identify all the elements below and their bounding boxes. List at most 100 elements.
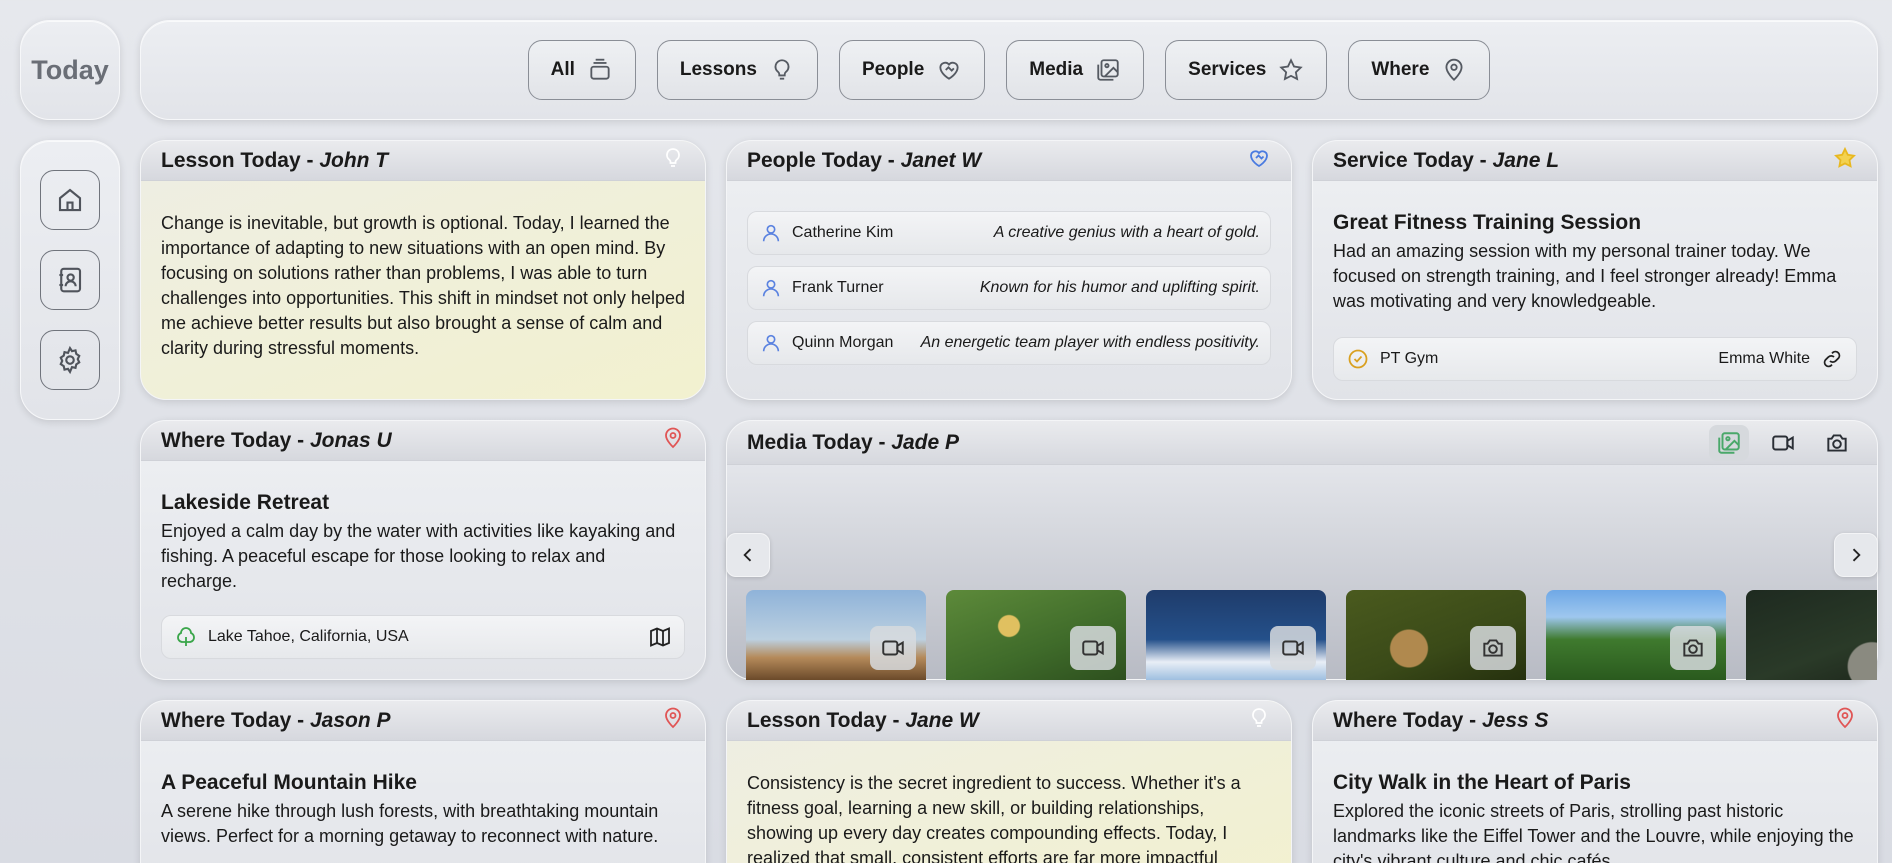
nav-home-button[interactable] bbox=[40, 170, 100, 230]
filter-lessons-button[interactable]: Lessons bbox=[656, 40, 818, 100]
heart-handshake-icon bbox=[1247, 146, 1271, 175]
map-pin-icon bbox=[661, 706, 685, 735]
photo-badge bbox=[1670, 626, 1716, 670]
home-icon bbox=[58, 188, 82, 212]
author-name: Jess S bbox=[1481, 708, 1549, 732]
user-icon bbox=[762, 279, 780, 297]
author-name: Janet W bbox=[900, 148, 982, 172]
filter-label: People bbox=[861, 59, 925, 80]
camera-icon bbox=[1483, 639, 1503, 657]
service-card[interactable]: Service Today - Jane L Great Fitness Tra… bbox=[1312, 140, 1878, 400]
media-thumbnail[interactable] bbox=[1146, 590, 1326, 680]
map-pin-icon bbox=[1445, 58, 1463, 82]
map-pin-icon bbox=[1833, 706, 1857, 735]
side-nav bbox=[20, 140, 120, 420]
carousel-prev-button[interactable] bbox=[726, 533, 770, 577]
card-title: Where Today - Jason P bbox=[161, 708, 391, 732]
card-title: Lesson Today - Jane W bbox=[747, 708, 979, 732]
service-title: Great Fitness Training Session bbox=[1333, 211, 1642, 234]
where-card[interactable]: Where Today - Jonas U Lakeside Retreat E… bbox=[140, 420, 706, 680]
place-text: A serene hike through lush forests, with… bbox=[161, 801, 659, 846]
service-info-row[interactable]: PT Gym Emma White bbox=[1333, 337, 1857, 381]
lesson-text: Change is inevitable, but growth is opti… bbox=[161, 213, 685, 358]
service-provider: Emma White bbox=[1718, 350, 1810, 367]
chevron-left-icon bbox=[743, 548, 752, 562]
person-name: Catherine Kim bbox=[792, 224, 894, 241]
link-icon[interactable] bbox=[1820, 347, 1844, 371]
video-camera-icon bbox=[1082, 640, 1104, 656]
videos-tab-button[interactable] bbox=[1763, 425, 1803, 461]
author-name: Jonas U bbox=[309, 428, 392, 452]
user-icon bbox=[762, 334, 780, 352]
where-card[interactable]: Where Today - Jason P A Peaceful Mountai… bbox=[140, 700, 706, 863]
person-description: Known for his humor and uplifting spirit… bbox=[979, 279, 1260, 296]
filter-bar: All Lessons People Media Services Where bbox=[140, 20, 1878, 120]
lesson-card[interactable]: Lesson Today - Jane W Consistency is the… bbox=[726, 700, 1292, 863]
video-badge bbox=[1270, 626, 1316, 670]
photo-badge bbox=[1470, 626, 1516, 670]
media-thumbnail[interactable] bbox=[1346, 590, 1526, 680]
media-type-controls bbox=[1709, 424, 1857, 461]
author-name: Jade P bbox=[891, 430, 960, 454]
person-name: Quinn Morgan bbox=[792, 334, 894, 351]
video-badge bbox=[870, 626, 916, 670]
place-text: Enjoyed a calm day by the water with act… bbox=[161, 521, 676, 591]
video-badge bbox=[1070, 626, 1116, 670]
card-header: People Today - Janet W bbox=[727, 141, 1291, 181]
filter-people-button[interactable]: People bbox=[838, 40, 986, 100]
person-description: A creative genius with a heart of gold. bbox=[993, 224, 1260, 241]
media-thumbnail[interactable] bbox=[1746, 590, 1877, 680]
filter-media-button[interactable]: Media bbox=[1006, 40, 1145, 100]
carousel-next-button[interactable] bbox=[1834, 533, 1878, 577]
nav-settings-button[interactable] bbox=[40, 330, 100, 390]
lightbulb-icon bbox=[1247, 706, 1271, 735]
contact-book-icon bbox=[59, 267, 82, 293]
filter-label: Lessons bbox=[679, 59, 757, 80]
image-gallery-icon bbox=[1718, 431, 1740, 454]
media-thumbnail[interactable] bbox=[1546, 590, 1726, 680]
camera-icon bbox=[1683, 639, 1703, 657]
person-name: Frank Turner bbox=[792, 279, 884, 296]
location-text: Lake Tahoe, California, USA bbox=[208, 628, 409, 645]
stack-icon bbox=[590, 58, 610, 80]
camera-icon bbox=[1827, 433, 1847, 452]
person-row[interactable]: Quinn Morgan An energetic team player wi… bbox=[747, 321, 1271, 365]
card-header: Service Today - Jane L bbox=[1313, 141, 1877, 181]
person-row[interactable]: Catherine Kim A creative genius with a h… bbox=[747, 211, 1271, 255]
author-name: Jason P bbox=[309, 708, 391, 732]
thumbnail-strip bbox=[727, 590, 1877, 680]
card-title: Where Today - Jess S bbox=[1333, 708, 1549, 732]
card-title: Media Today - Jade P bbox=[747, 430, 960, 454]
card-header: Lesson Today - John T bbox=[141, 141, 705, 181]
filter-services-button[interactable]: Services bbox=[1165, 40, 1328, 100]
place-title: A Peaceful Mountain Hike bbox=[161, 771, 417, 794]
lesson-card[interactable]: Lesson Today - John T Change is inevitab… bbox=[140, 140, 706, 400]
place-title: Lakeside Retreat bbox=[161, 491, 330, 514]
media-thumbnail[interactable] bbox=[746, 590, 926, 680]
person-row[interactable]: Frank Turner Known for his humor and upl… bbox=[747, 266, 1271, 310]
nav-contacts-button[interactable] bbox=[40, 250, 100, 310]
camera-tab-button[interactable] bbox=[1817, 425, 1857, 461]
location-row[interactable]: Lake Tahoe, California, USA bbox=[161, 615, 685, 659]
where-card[interactable]: Where Today - Jess S City Walk in the He… bbox=[1312, 700, 1878, 863]
card-header: Media Today - Jade P bbox=[727, 421, 1877, 465]
filter-all-button[interactable]: All bbox=[527, 40, 636, 100]
heart-handshake-icon bbox=[939, 61, 959, 80]
lightbulb-icon bbox=[661, 146, 685, 175]
app-title: Today bbox=[31, 54, 109, 85]
photos-tab-button[interactable] bbox=[1709, 424, 1749, 461]
place-text: Explored the iconic streets of Paris, st… bbox=[1333, 801, 1854, 863]
app-logo: Today bbox=[20, 20, 120, 120]
chevron-right-icon bbox=[1852, 548, 1861, 562]
card-header: Where Today - Jason P bbox=[141, 701, 705, 741]
map-icon[interactable] bbox=[648, 625, 672, 649]
media-thumbnail[interactable] bbox=[946, 590, 1126, 680]
service-place: PT Gym bbox=[1380, 350, 1439, 367]
filter-where-button[interactable]: Where bbox=[1348, 40, 1491, 100]
card-title: Where Today - Jonas U bbox=[161, 428, 392, 452]
people-card[interactable]: People Today - Janet W Catherine Kim A c… bbox=[726, 140, 1292, 400]
place-title: City Walk in the Heart of Paris bbox=[1333, 771, 1631, 794]
map-pin-icon bbox=[661, 426, 685, 455]
user-icon bbox=[762, 224, 780, 242]
card-header: Where Today - Jess S bbox=[1313, 701, 1877, 741]
